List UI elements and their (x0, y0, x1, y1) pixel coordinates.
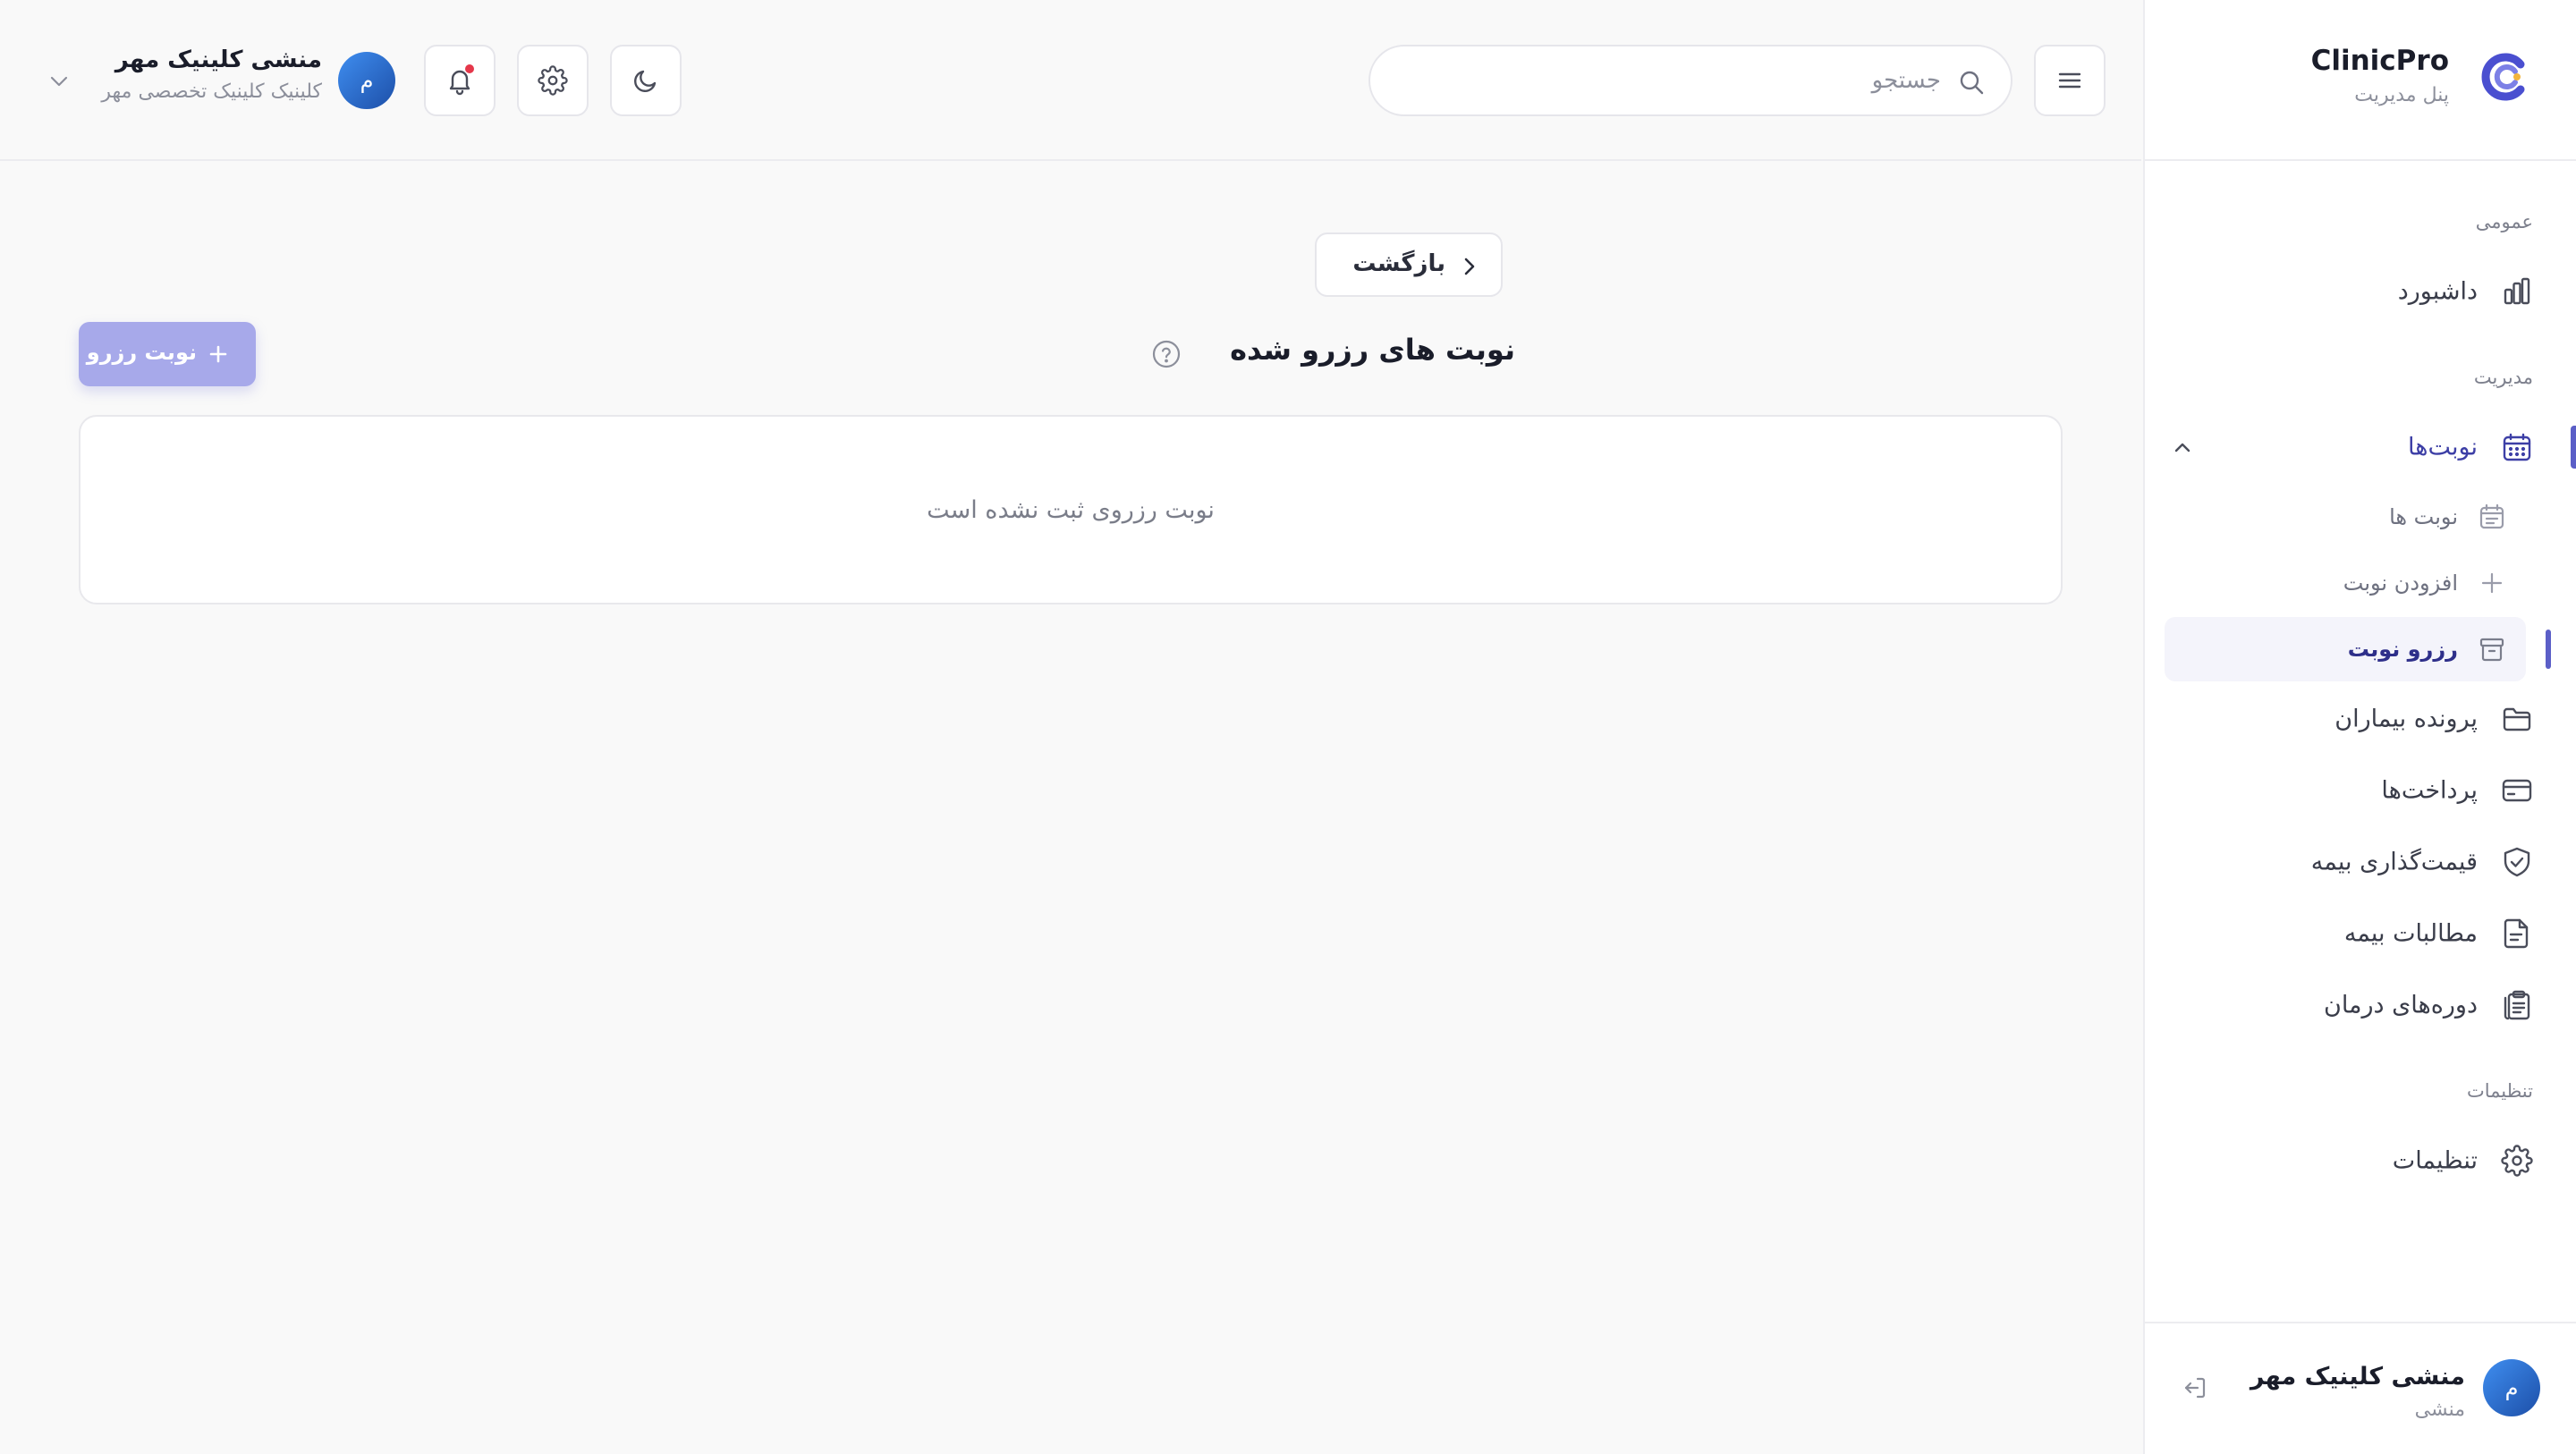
sidebar-subitem-label: رزرو نوبت (2347, 637, 2458, 662)
topbar-user-name: منشی کلینیک مهر (114, 46, 322, 73)
chevron-down-icon (50, 76, 68, 87)
gear-icon (2501, 1145, 2533, 1177)
calendar-icon (2479, 503, 2504, 529)
menu-toggle-button[interactable] (2034, 45, 2106, 116)
sidebar-item-label: پرداخت‌ها (2381, 776, 2478, 805)
back-button[interactable]: بازگشت (1315, 232, 1503, 297)
sidebar-user-card: م منشی کلینیک مهر منشی (2145, 1322, 2576, 1454)
gear-icon (538, 65, 568, 96)
add-reserve-appointment-button[interactable]: نوبت رزرو (79, 322, 256, 386)
sidebar-subitem-label: نوبت ها (2389, 504, 2458, 529)
avatar[interactable]: م (2483, 1359, 2540, 1416)
folder-icon (2503, 707, 2531, 731)
sidebar-item-label: قیمت‌گذاری بیمه (2310, 848, 2478, 876)
sidebar-item-appointments[interactable]: نوبت‌ها (2143, 418, 2576, 476)
sidebar-item-payments[interactable]: پرداخت‌ها (2143, 762, 2576, 819)
back-button-label: بازگشت (1352, 250, 1445, 277)
sidebar-item-dashboard[interactable]: داشبورد (2143, 263, 2576, 320)
active-subitem-indicator (2546, 630, 2551, 669)
notification-badge (465, 64, 474, 73)
clinicpro-logo-icon (2481, 53, 2525, 101)
dark-mode-toggle-button[interactable] (610, 45, 682, 116)
sidebar-item-settings[interactable]: تنظیمات (2143, 1132, 2576, 1189)
moon-icon (634, 70, 657, 92)
brand-subtitle: پنل مدیریت (2354, 84, 2449, 106)
document-icon (2504, 918, 2529, 949)
plus-icon (2481, 572, 2503, 594)
plus-icon (209, 345, 227, 363)
sidebar-subitem-appointments-list[interactable]: نوبت ها (2165, 485, 2526, 549)
page-title: نوبت های رزرو شده (1230, 333, 1515, 367)
empty-state-message: نوبت رزروی ثبت نشده است (927, 495, 1215, 524)
sidebar-subitem-reserve-appointment[interactable]: رزرو نوبت (2165, 617, 2526, 681)
chevron-right-icon (1464, 258, 1475, 275)
sidebar-item-label: مطالبات بیمه (2343, 919, 2478, 948)
sidebar-user-role: منشی (2414, 1399, 2465, 1421)
active-indicator (2571, 426, 2576, 469)
sidebar-subitem-add-appointment[interactable]: افزودن نوبت (2165, 551, 2526, 615)
sidebar-item-label: داشبورد (2397, 277, 2478, 306)
section-label-management: مدیریت (2473, 367, 2533, 388)
sidebar-item-label: نوبت‌ها (2408, 433, 2478, 461)
topbar: م منشی کلینیک مهر کلینیک کلینیک تخصصی مه… (0, 0, 2141, 161)
chevron-up-icon[interactable] (2170, 435, 2195, 460)
sidebar-item-label: پرونده بیماران (2334, 705, 2478, 733)
sidebar-item-insurance-pricing[interactable]: قیمت‌گذاری بیمه (2143, 833, 2576, 891)
sidebar-item-insurance-claims[interactable]: مطالبات بیمه (2143, 905, 2576, 962)
clipboard-list-icon (2504, 990, 2530, 1020)
add-button-label: نوبت رزرو (86, 340, 197, 365)
bar-chart-icon (2504, 277, 2530, 305)
sidebar: ClinicPro پنل مدیریت عمومی داشبورد مدیری… (2143, 0, 2576, 1454)
user-menu[interactable]: م منشی کلینیک مهر کلینیک کلینیک تخصصی مه… (47, 41, 395, 118)
brand-name: ClinicPro (2310, 45, 2449, 77)
credit-card-icon (2502, 779, 2532, 802)
shield-check-icon (2504, 847, 2530, 877)
avatar: م (338, 52, 395, 109)
sidebar-item-patients[interactable]: پرونده بیماران (2143, 690, 2576, 748)
empty-state-card: نوبت رزروی ثبت نشده است (79, 415, 2063, 604)
logout-icon[interactable] (2181, 1374, 2209, 1402)
settings-button[interactable] (517, 45, 589, 116)
notifications-button[interactable] (424, 45, 496, 116)
search-input[interactable] (1406, 59, 1943, 102)
sidebar-item-label: دوره‌های درمان (2323, 991, 2478, 1019)
hamburger-menu-icon (2058, 72, 2081, 89)
sidebar-user-name: منشی کلینیک مهر (2250, 1363, 2465, 1391)
sidebar-item-label: تنظیمات (2392, 1146, 2478, 1175)
archive-icon (2479, 638, 2504, 662)
search-box[interactable] (1368, 45, 2012, 116)
section-label-general: عمومی (2475, 211, 2533, 232)
brand-header: ClinicPro پنل مدیریت (2145, 0, 2576, 161)
help-circle-icon[interactable] (1150, 338, 1182, 370)
section-label-settings: تنظیمات (2466, 1080, 2533, 1102)
sidebar-item-treatment-courses[interactable]: دوره‌های درمان (2143, 976, 2576, 1034)
calendar-icon (2503, 433, 2531, 461)
search-icon (1960, 71, 1984, 95)
sidebar-subitem-label: افزودن نوبت (2343, 571, 2458, 596)
topbar-user-subtitle: کلینیک کلینیک تخصصی مهر (101, 80, 322, 103)
